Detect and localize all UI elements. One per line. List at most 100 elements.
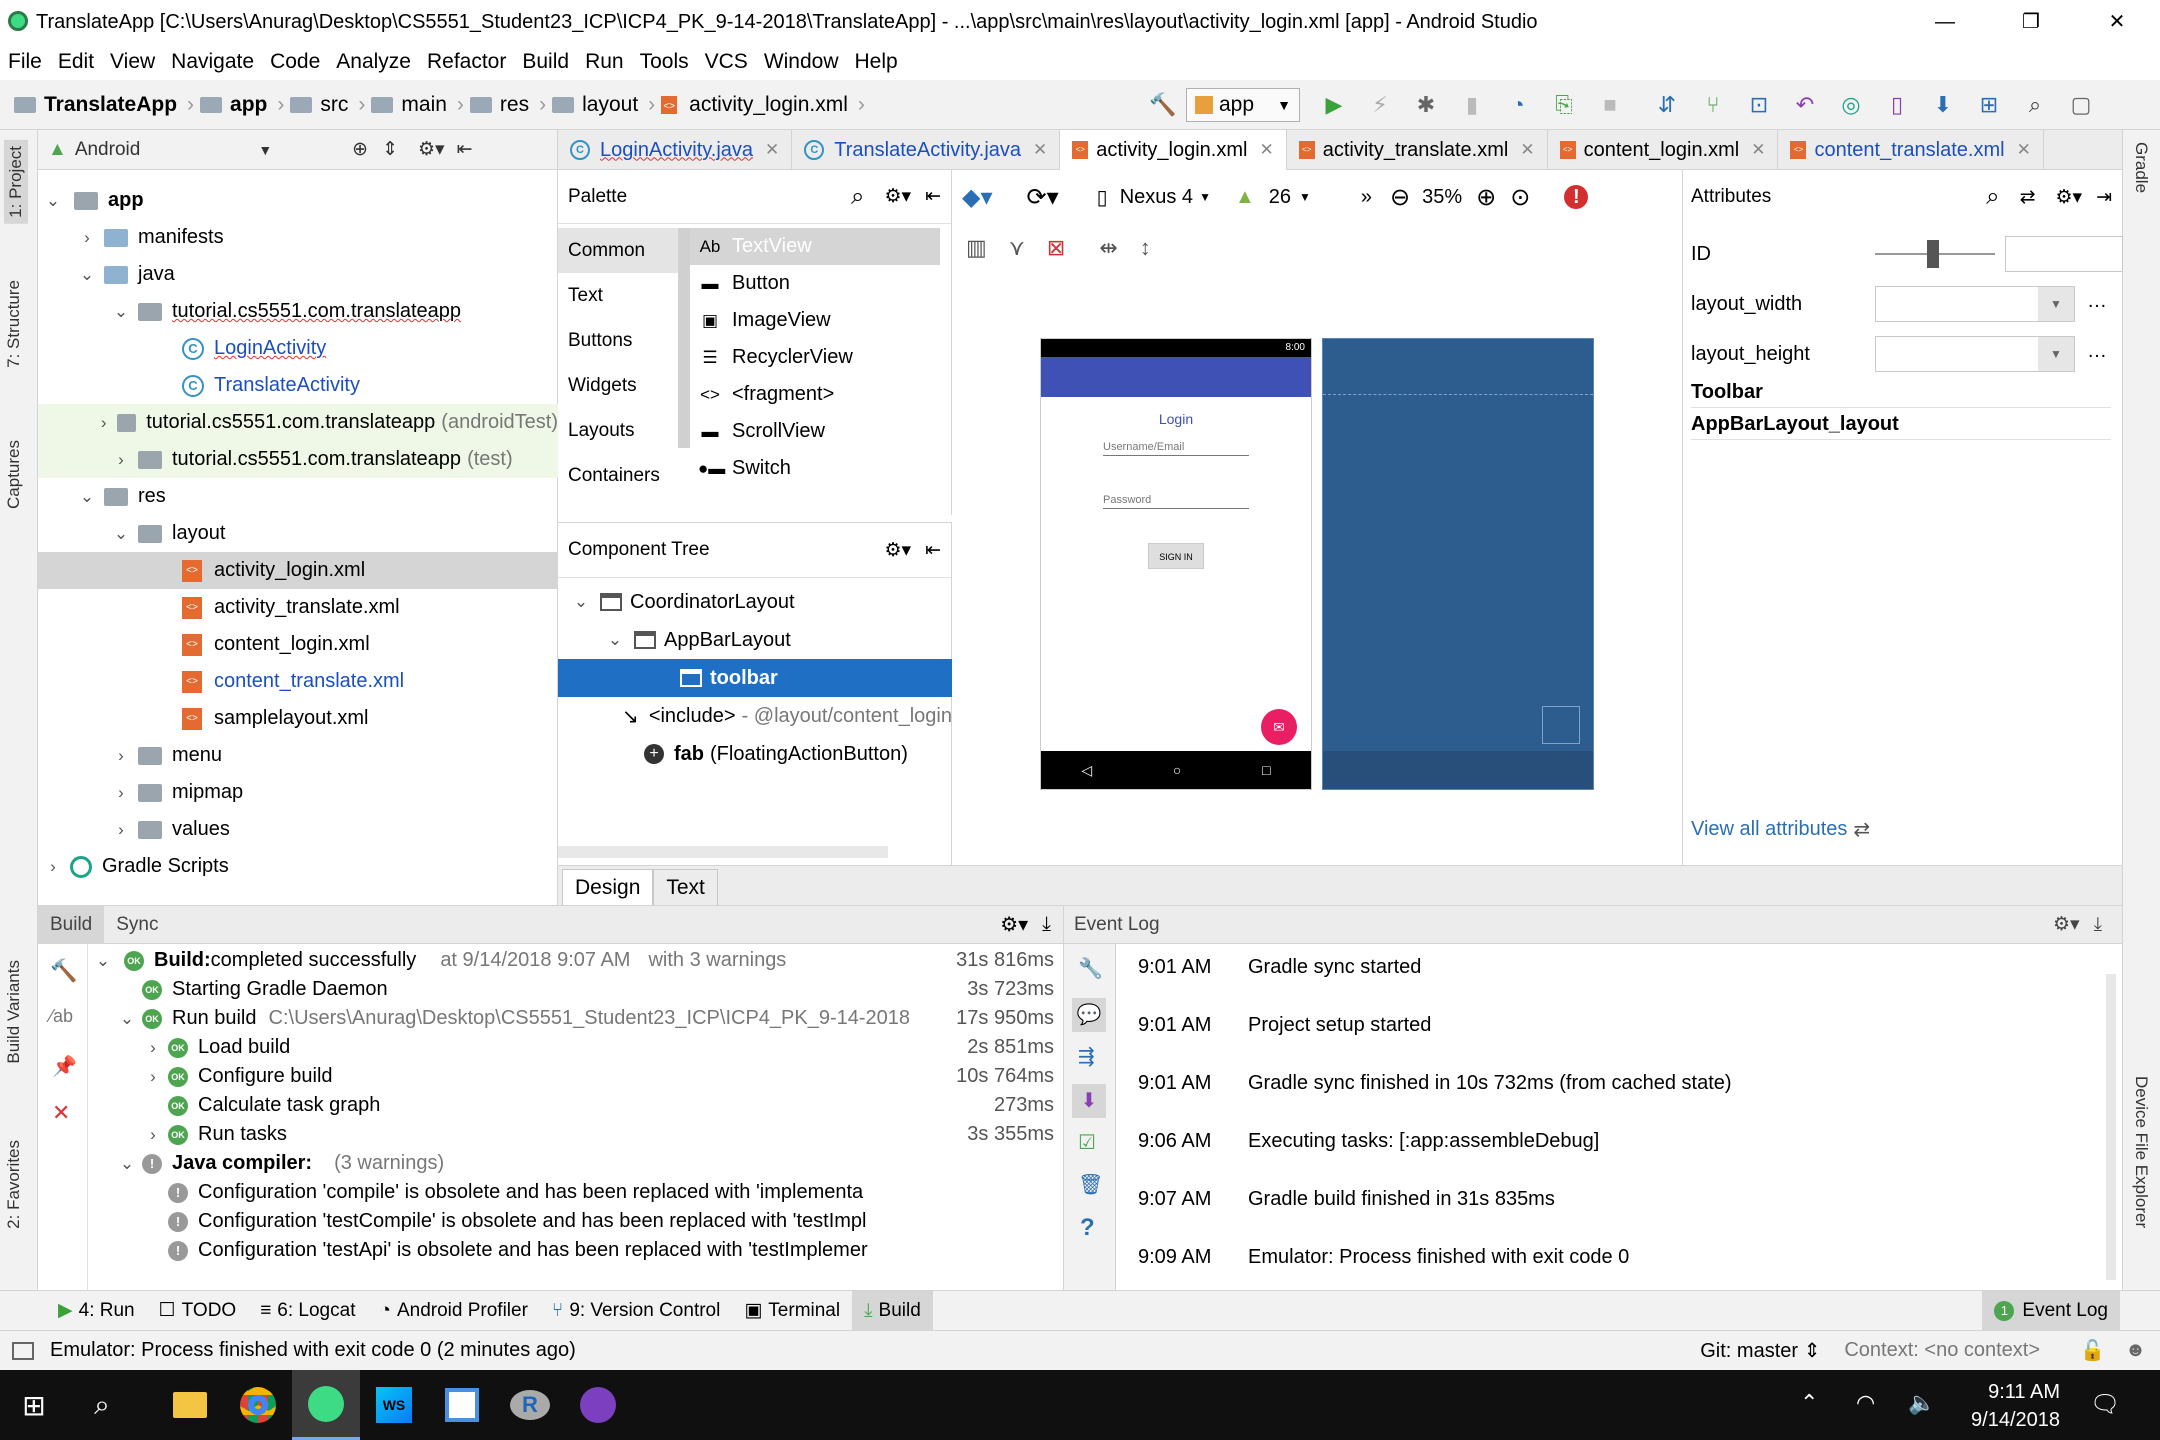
blueprint-preview[interactable] xyxy=(1322,338,1594,790)
build-row-summary[interactable]: ⌄ OK Build: completed successfully at 9/14/… xyxy=(88,946,1064,975)
tab-structure[interactable]: 7: Structure xyxy=(4,280,24,368)
attr-section-toolbar[interactable]: Toolbar xyxy=(1691,378,2111,408)
breadcrumb-app[interactable]: app xyxy=(230,93,267,117)
menu-tools[interactable]: Tools xyxy=(640,50,689,74)
tree-item-content-login-xml[interactable]: <> content_login.xml xyxy=(38,626,558,663)
taskbar-file-explorer[interactable] xyxy=(156,1370,224,1440)
tree-item-package-main[interactable]: ⌄ tutorial.cs5551.com.translateapp xyxy=(38,293,558,330)
zoom-fit-icon[interactable]: ⊙ xyxy=(1510,183,1530,212)
clear-constraints-icon[interactable]: ⊠ xyxy=(1047,235,1065,261)
menu-code[interactable]: Code xyxy=(270,50,320,74)
pin-icon[interactable]: 📌 xyxy=(52,1054,77,1079)
scroll-from-source-icon[interactable]: ⊕ xyxy=(352,138,368,161)
collapse-all-icon[interactable]: ⇕ xyxy=(382,138,398,161)
balloon-icon[interactable]: 💬 xyxy=(1072,998,1106,1032)
search-icon[interactable]: ⌕ xyxy=(851,183,864,211)
palette-item-recyclerview[interactable]: ☰ RecyclerView xyxy=(698,339,948,376)
palette-category-widgets[interactable]: Widgets xyxy=(558,363,678,408)
lock-icon[interactable]: 🔓 xyxy=(2080,1338,2105,1363)
build-row-run-build[interactable]: ⌄ OK Run build C:\Users\Anurag\Desktop\CS55… xyxy=(88,1004,1064,1033)
build-row-task-graph[interactable]: OK Calculate task graph 273ms xyxy=(88,1091,1064,1120)
build-row-run-tasks[interactable]: › OK Run tasks 3s 355ms xyxy=(88,1120,1064,1149)
gear-icon[interactable]: ⚙▾ xyxy=(885,185,912,208)
tool-build[interactable]: ⤓ Build xyxy=(852,1290,933,1331)
menu-run[interactable]: Run xyxy=(585,50,624,74)
tab-gradle[interactable]: Gradle xyxy=(2131,142,2151,193)
tool-todo[interactable]: ☐ TODO xyxy=(147,1291,249,1331)
tool-terminal[interactable]: ▣ Terminal xyxy=(732,1291,852,1331)
stop-icon[interactable]: ■ xyxy=(1596,91,1624,119)
toggle-view-icon[interactable]: ⁄ab xyxy=(50,1006,73,1027)
menu-edit[interactable]: Edit xyxy=(58,50,94,74)
revert-icon[interactable]: ↶ xyxy=(1791,91,1819,119)
project-structure-icon[interactable]: ⊞ xyxy=(1975,91,2003,119)
run-config-select[interactable]: app ▼ xyxy=(1186,88,1300,122)
breadcrumb-activity-login[interactable]: activity_login.xml xyxy=(689,93,848,117)
device-icon[interactable]: ▯ xyxy=(1097,185,1108,210)
wifi-icon[interactable]: ◠ xyxy=(1856,1390,1875,1416)
palette-category-layouts[interactable]: Layouts xyxy=(558,408,678,453)
hide-panel-icon[interactable]: ⇤ xyxy=(925,539,941,562)
minimize-panel-icon[interactable]: ⤓ xyxy=(2094,914,2102,936)
close-tab-icon[interactable]: ✕ xyxy=(2017,140,2031,160)
gear-icon[interactable]: ⚙▾ xyxy=(418,138,445,161)
tree-node-include[interactable]: ↘ <include> - @layout/content_login xyxy=(558,697,952,735)
close-tab-icon[interactable]: ✕ xyxy=(765,140,779,160)
chevron-down-icon[interactable]: ▼ xyxy=(258,142,272,158)
breadcrumb-translateapp[interactable]: TranslateApp xyxy=(44,93,177,117)
error-icon[interactable]: ! xyxy=(1564,185,1589,209)
menu-view[interactable]: View xyxy=(110,50,155,74)
layout-height-select[interactable]: ▼ xyxy=(1875,336,2075,372)
gear-icon[interactable]: ⚙▾ xyxy=(885,539,912,562)
tab-sync[interactable]: Sync xyxy=(104,906,170,944)
attr-section-appbarlayout[interactable]: AppBarLayout_layout xyxy=(1691,410,2111,440)
volume-icon[interactable]: 🔈 xyxy=(1908,1390,1935,1416)
coverage-icon[interactable]: ▮ xyxy=(1458,91,1486,119)
tree-item-package-test[interactable]: › tutorial.cs5551.com.translateapp (test) xyxy=(38,441,558,478)
hide-panel-icon[interactable]: ⇤ xyxy=(925,185,941,208)
gear-icon[interactable]: ⚙▾ xyxy=(1000,912,1028,937)
tab-build-variants[interactable]: Build Variants xyxy=(4,960,24,1064)
tree-item-values[interactable]: › values xyxy=(38,811,558,848)
gradle-sync-icon[interactable]: ◎ xyxy=(1837,91,1865,119)
search-icon[interactable]: ⌕ xyxy=(1986,183,1999,211)
phone-preview[interactable]: 8:00 Login Username/Email Password SIGN … xyxy=(1040,338,1312,790)
swap-view-icon[interactable]: ⇄ xyxy=(2020,186,2036,209)
run-icon[interactable]: ▶ xyxy=(1320,91,1348,119)
taskbar-r[interactable]: R xyxy=(496,1370,564,1440)
start-button[interactable]: ⊞ xyxy=(0,1370,68,1440)
menu-vcs[interactable]: VCS xyxy=(705,50,748,74)
debug-icon[interactable]: ✱ xyxy=(1412,91,1440,119)
tree-item-samplelayout-xml[interactable]: <> samplelayout.xml xyxy=(38,700,558,737)
pack-icon[interactable]: ⇹ xyxy=(1099,235,1117,261)
context-indicator[interactable]: Context: <no context> xyxy=(1844,1339,2040,1362)
tree-item-translate-activity[interactable]: C TranslateActivity xyxy=(38,367,558,404)
close-button[interactable]: ✕ xyxy=(2074,0,2160,44)
tab-content-login-xml[interactable]: <> content_login.xml ✕ xyxy=(1548,130,1779,170)
gear-icon[interactable]: ⚙▾ xyxy=(2056,186,2083,209)
search-button[interactable]: ⌕ xyxy=(68,1370,136,1440)
tool-android-profiler[interactable]: ◔ Android Profiler xyxy=(367,1291,539,1331)
hide-panel-icon[interactable]: ⇤ xyxy=(457,138,473,161)
tree-item-gradle-scripts[interactable]: › Gradle Scripts xyxy=(38,848,558,885)
tree-item-java[interactable]: ⌄ java xyxy=(38,256,558,293)
close-tab-icon[interactable]: ✕ xyxy=(1259,140,1273,160)
palette-item-switch[interactable]: ●▬ Switch xyxy=(698,450,948,487)
view-all-attributes-link[interactable]: View all attributes ⇄ xyxy=(1691,814,2111,844)
tree-item-activity-translate-xml[interactable]: <> activity_translate.xml xyxy=(38,589,558,626)
sync-project-icon[interactable]: ⇵ xyxy=(1653,91,1681,119)
tree-item-mipmap[interactable]: › mipmap xyxy=(38,774,558,811)
vertical-scrollbar[interactable] xyxy=(2106,974,2116,1280)
system-clock[interactable]: 9:11 AM 9/14/2018 xyxy=(1971,1378,2060,1434)
tab-login-activity-java[interactable]: C LoginActivity.java ✕ xyxy=(558,130,793,170)
search-icon[interactable]: ⌕ xyxy=(2021,91,2049,119)
tree-item-package-androidtest[interactable]: › tutorial.cs5551.com.translateapp (androi… xyxy=(38,404,558,441)
taskbar-chrome[interactable] xyxy=(224,1370,292,1440)
palette-category-scrollbar[interactable] xyxy=(678,228,690,448)
tab-project[interactable]: 1: Project xyxy=(4,140,28,224)
palette-category-text[interactable]: Text xyxy=(558,273,678,318)
tab-text[interactable]: Text xyxy=(653,869,718,905)
soft-wraps-icon[interactable]: ⇶ xyxy=(1078,1044,1095,1069)
close-panel-icon[interactable]: ✕ xyxy=(52,1100,70,1126)
build-row-daemon[interactable]: OK Starting Gradle Daemon 3s 723ms xyxy=(88,975,1064,1004)
